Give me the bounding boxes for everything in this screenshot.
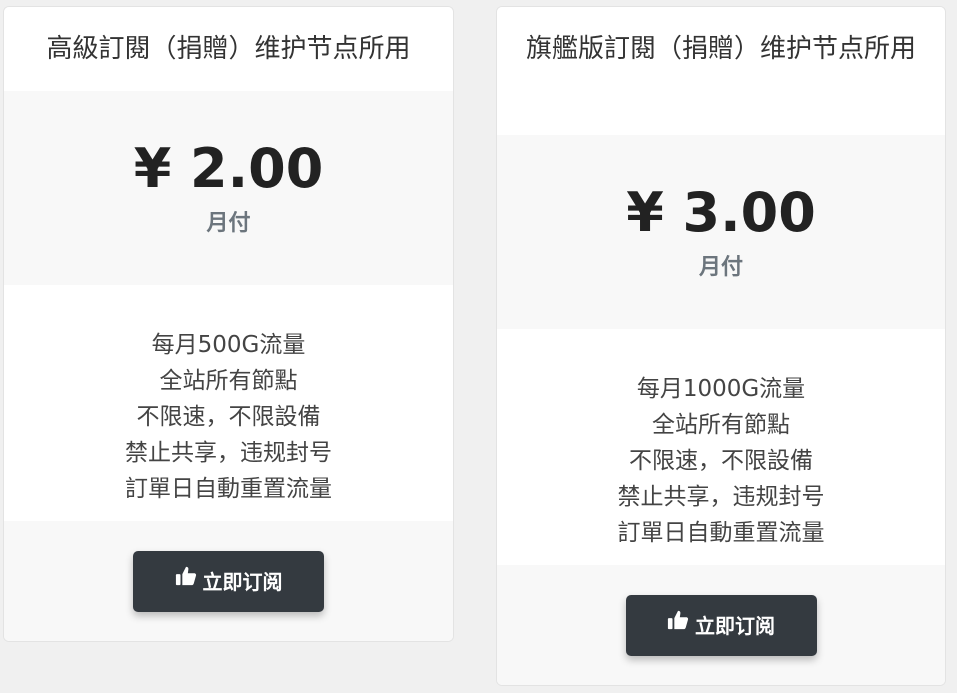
plan-title: 旗艦版訂閱（捐贈）维护节点所用 (497, 7, 945, 135)
price-block: ¥ 3.00 月付 (497, 135, 945, 329)
billing-period: 月付 (698, 255, 743, 280)
card-footer: 立即订阅 (4, 521, 453, 641)
feature-item: 不限速，不限設備 (136, 404, 321, 430)
subscribe-button[interactable]: 立即订阅 (625, 594, 817, 656)
plan-price: ¥ 3.00 (626, 181, 816, 244)
feature-item: 禁止共享，违规封号 (125, 440, 332, 466)
plan-card-flagship: 旗艦版訂閱（捐贈）维护节点所用 ¥ 3.00 月付 每月1000G流量 全站所有… (496, 6, 946, 686)
feature-list: 每月1000G流量 全站所有節點 不限速，不限設備 禁止共享，违规封号 訂單日自… (497, 329, 945, 565)
feature-item: 訂單日自動重置流量 (125, 476, 332, 502)
subscribe-button[interactable]: 立即订阅 (133, 551, 324, 612)
billing-period: 月付 (206, 211, 251, 236)
plan-title: 高級訂閱（捐贈）维护节点所用 (4, 7, 453, 91)
subscribe-button-label: 立即订阅 (202, 570, 283, 594)
feature-item: 全站所有節點 (159, 368, 298, 394)
subscribe-button-label: 立即订阅 (695, 614, 775, 638)
feature-item: 禁止共享，违规封号 (617, 484, 825, 510)
thumbs-up-icon (175, 550, 197, 611)
feature-item: 每月500G流量 (151, 332, 306, 358)
feature-item: 不限速，不限設備 (629, 448, 813, 474)
feature-item: 全站所有節點 (652, 412, 790, 438)
feature-list: 每月500G流量 全站所有節點 不限速，不限設備 禁止共享，违规封号 訂單日自動… (4, 285, 453, 521)
feature-item: 每月1000G流量 (636, 376, 806, 402)
feature-item: 訂單日自動重置流量 (617, 520, 825, 546)
card-footer: 立即订阅 (497, 565, 945, 685)
price-block: ¥ 2.00 月付 (4, 91, 453, 285)
plan-card-premium: 高級訂閱（捐贈）维护节点所用 ¥ 2.00 月付 每月500G流量 全站所有節點… (3, 6, 454, 642)
plan-price: ¥ 2.00 (133, 137, 324, 200)
thumbs-up-icon (667, 594, 689, 655)
